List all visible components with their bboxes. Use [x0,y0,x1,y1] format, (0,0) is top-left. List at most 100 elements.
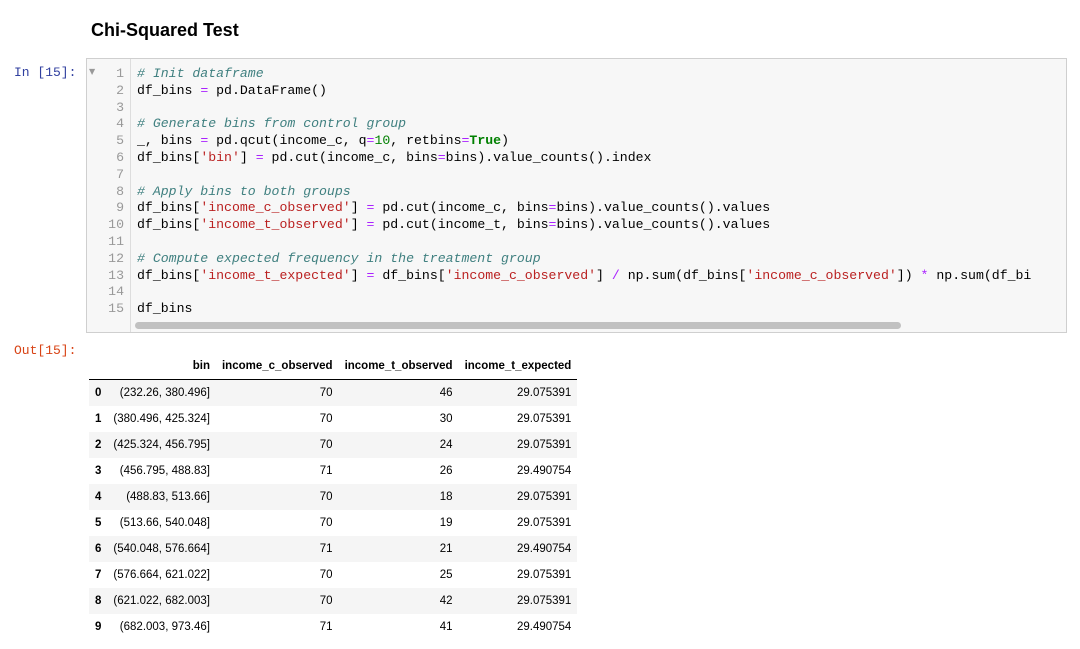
cell-bin: (380.496, 425.324] [113,413,210,425]
code-line[interactable]: 5 _, bins = pd.qcut(income_c, q=10, retbi… [87,133,1066,150]
code-line[interactable]: 9 df_bins['income_c_observed'] = pd.cut(i… [87,200,1066,217]
cell-income-c-observed: 70 [319,413,333,425]
code-cell[interactable]: ▼ 1 # Init dataframe 2 df_bins = pd.DataFra… [86,58,1067,333]
cell-income-c-observed: 71 [319,621,333,633]
table-row: 8 (621.022, 682.003] 70 42 29.075391 [89,588,578,614]
horizontal-scrollbar[interactable] [135,322,901,329]
line-number: 9 [116,200,124,216]
code-line[interactable]: 4 # Generate bins from control group [87,116,1066,133]
cell-income-t-expected: 29.075391 [516,517,572,529]
code-line[interactable]: 10 df_bins['income_t_observed'] = pd.cut(… [87,217,1066,234]
column-header-bin: bin [107,353,216,380]
line-number: 3 [116,99,124,115]
code-line[interactable]: 3 [87,100,1066,117]
column-header-income-t-expected: income_t_expected [458,353,578,380]
code-text[interactable]: # Compute expected frequency in the trea… [137,251,541,268]
cell-bin: (232.26, 380.496] [119,387,210,399]
line-number: 15 [108,301,124,317]
code-editor[interactable]: 1 # Init dataframe 2 df_bins = pd.DataFrame… [87,66,1066,318]
table-row: 0 (232.26, 380.496] 70 46 29.075391 [89,379,578,406]
cell-income-c-observed: 70 [319,595,333,607]
cell-income-c-observed: 70 [319,517,333,529]
cell-income-t-observed: 46 [439,387,453,399]
table-row: 6 (540.048, 576.664] 71 21 29.490754 [89,536,578,562]
cell-bin: (576.664, 621.022] [113,569,210,581]
input-prompt: In [15]: [14,65,77,80]
cell-income-t-expected: 29.490754 [516,621,572,633]
cell-income-t-expected: 29.075391 [516,387,572,399]
code-line[interactable]: 14 [87,284,1066,301]
code-text[interactable]: # Init dataframe [137,66,264,83]
code-text[interactable]: df_bins [137,301,192,318]
cell-income-t-observed: 30 [439,413,453,425]
row-index: 7 [95,569,102,581]
code-text[interactable]: _, bins = pd.qcut(income_c, q=10, retbin… [137,133,509,150]
cell-income-t-observed: 19 [439,517,453,529]
row-index: 1 [95,413,102,425]
cell-bin: (540.048, 576.664] [113,543,210,555]
line-number: 4 [116,116,124,132]
code-text[interactable]: df_bins['income_c_observed'] = pd.cut(in… [137,200,770,217]
line-number: 1 [116,66,124,81]
cell-bin: (621.022, 682.003] [113,595,210,607]
line-number: 11 [108,233,124,249]
cell-income-t-expected: 29.075391 [516,491,572,503]
table-row: 7 (576.664, 621.022] 70 25 29.075391 [89,562,578,588]
code-line[interactable]: 8 # Apply bins to both groups [87,184,1066,201]
line-number: 13 [108,267,124,283]
line-number: 8 [116,183,124,199]
cell-income-t-observed: 21 [439,543,453,555]
row-index: 4 [95,491,102,503]
cell-income-c-observed: 70 [319,491,333,503]
table-header-row: bin income_c_observed income_t_observed … [89,353,578,380]
table-row: 3 (456.795, 488.83] 71 26 29.490754 [89,458,578,484]
cell-bin: (456.795, 488.83] [119,465,210,477]
cell-income-c-observed: 71 [319,543,333,555]
cell-income-t-observed: 26 [439,465,453,477]
index-header [89,353,108,380]
code-line[interactable]: 12 # Compute expected frequency in the tr… [87,251,1066,268]
table-row: 5 (513.66, 540.048] 70 19 29.075391 [89,510,578,536]
table-row: 2 (425.324, 456.795] 70 24 29.075391 [89,432,578,458]
cell-income-t-expected: 29.075391 [516,595,572,607]
line-number: 6 [116,149,124,165]
row-index: 3 [95,465,102,477]
code-line[interactable]: 6 df_bins['bin'] = pd.cut(income_c, bins=… [87,150,1066,167]
row-index: 2 [95,439,102,451]
code-text[interactable]: df_bins['income_t_expected'] = df_bins['… [137,268,1031,285]
cell-bin: (425.324, 456.795] [113,439,210,451]
code-text[interactable]: df_bins['bin'] = pd.cut(income_c, bins=b… [137,150,651,167]
cell-income-c-observed: 70 [319,439,333,451]
section-heading: Chi-Squared Test [91,20,239,40]
code-text[interactable]: # Apply bins to both groups [137,184,351,201]
code-text[interactable]: df_bins = pd.DataFrame() [137,83,327,100]
table-row: 1 (380.496, 425.324] 70 30 29.075391 [89,406,578,432]
code-line[interactable]: 15 df_bins [87,301,1066,318]
code-line[interactable]: 13 df_bins['income_t_expected'] = df_bins… [87,268,1066,285]
code-text[interactable]: # Generate bins from control group [137,116,406,133]
cell-income-c-observed: 71 [319,465,333,477]
cell-income-t-expected: 29.490754 [516,465,572,477]
cell-income-t-observed: 42 [439,595,453,607]
row-index: 9 [95,621,102,633]
cell-income-t-observed: 25 [439,569,453,581]
cell-income-t-expected: 29.075391 [516,439,572,451]
code-line[interactable]: 7 [87,167,1066,184]
code-line[interactable]: 2 df_bins = pd.DataFrame() [87,83,1066,100]
cell-income-t-expected: 29.490754 [516,543,572,555]
cell-income-t-expected: 29.075391 [516,413,572,425]
cell-income-c-observed: 70 [319,569,333,581]
row-index: 0 [95,387,102,399]
code-line[interactable]: 11 [87,234,1066,251]
code-line[interactable]: 1 # Init dataframe [87,66,1066,83]
code-text[interactable]: df_bins['income_t_observed'] = pd.cut(in… [137,217,770,234]
line-number: 14 [108,284,124,300]
line-number: 12 [108,250,124,266]
line-number: 10 [108,217,124,233]
line-number: 7 [116,166,124,182]
line-number: 2 [116,82,124,98]
cell-income-t-observed: 24 [439,439,453,451]
dataframe-output: bin income_c_observed income_t_observed … [89,353,578,640]
table-row: 9 (682.003, 973.46] 71 41 29.490754 [89,614,578,640]
row-index: 5 [95,517,102,529]
